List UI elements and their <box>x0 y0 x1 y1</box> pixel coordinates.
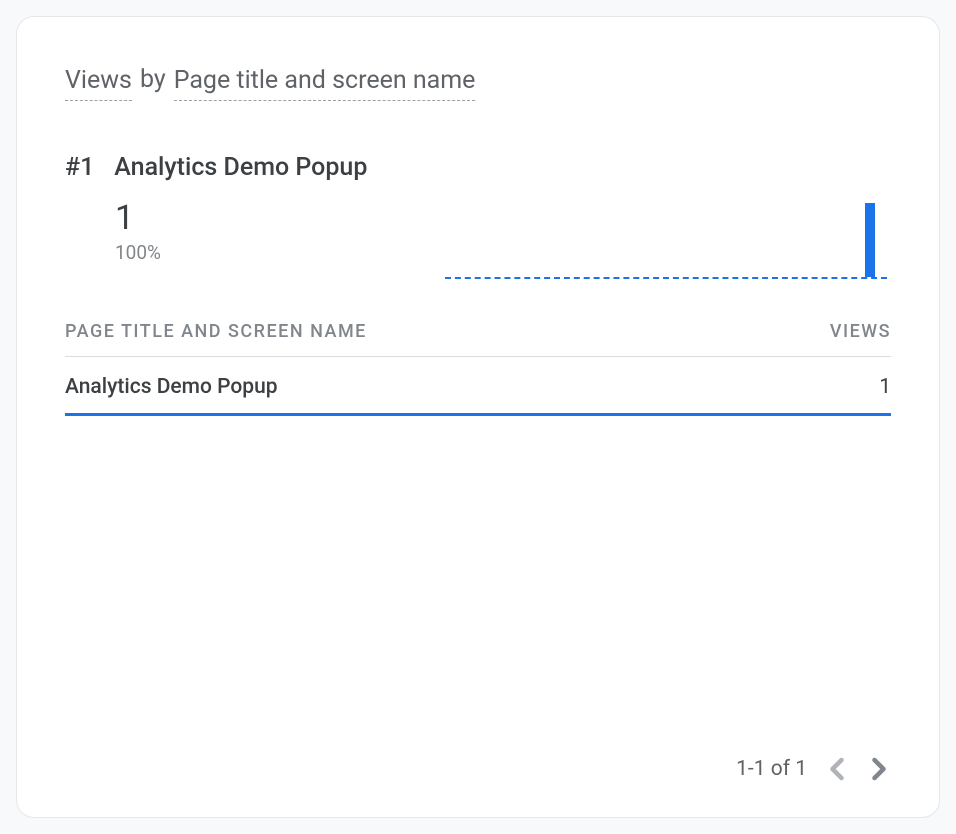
summary-row: #1 Analytics Demo Popup <box>65 153 891 183</box>
stat-block: 1 100% <box>115 201 215 264</box>
pagination-text: 1-1 of 1 <box>736 757 807 781</box>
table-cell-value: 1 <box>879 375 891 399</box>
stat-value: 1 <box>115 201 215 235</box>
summary-rank: #1 <box>65 153 94 183</box>
table-header-dimension: PAGE TITLE AND SCREEN NAME <box>65 321 367 342</box>
card-title: Views by Page title and screen name <box>65 65 891 101</box>
analytics-card: Views by Page title and screen name #1 A… <box>16 16 940 818</box>
pagination: 1-1 of 1 <box>736 757 891 781</box>
table-header-metric: VIEWS <box>830 321 891 342</box>
title-metric[interactable]: Views <box>65 65 132 101</box>
stats-row: 1 100% <box>115 201 891 279</box>
table-header: PAGE TITLE AND SCREEN NAME VIEWS <box>65 321 891 357</box>
chevron-right-icon <box>871 757 887 781</box>
next-page-button[interactable] <box>867 757 891 781</box>
sparkline-chart <box>445 201 887 279</box>
previous-page-button[interactable] <box>825 757 849 781</box>
table-row[interactable]: Analytics Demo Popup 1 <box>65 357 891 416</box>
table-cell-name: Analytics Demo Popup <box>65 375 278 399</box>
summary-top-item: Analytics Demo Popup <box>114 153 367 183</box>
title-dimension[interactable]: Page title and screen name <box>174 65 476 101</box>
title-connector: by <box>140 65 166 101</box>
stat-percent: 100% <box>115 241 215 264</box>
data-table: PAGE TITLE AND SCREEN NAME VIEWS Analyti… <box>65 321 891 416</box>
chevron-left-icon <box>829 757 845 781</box>
sparkline-bar <box>865 203 875 277</box>
